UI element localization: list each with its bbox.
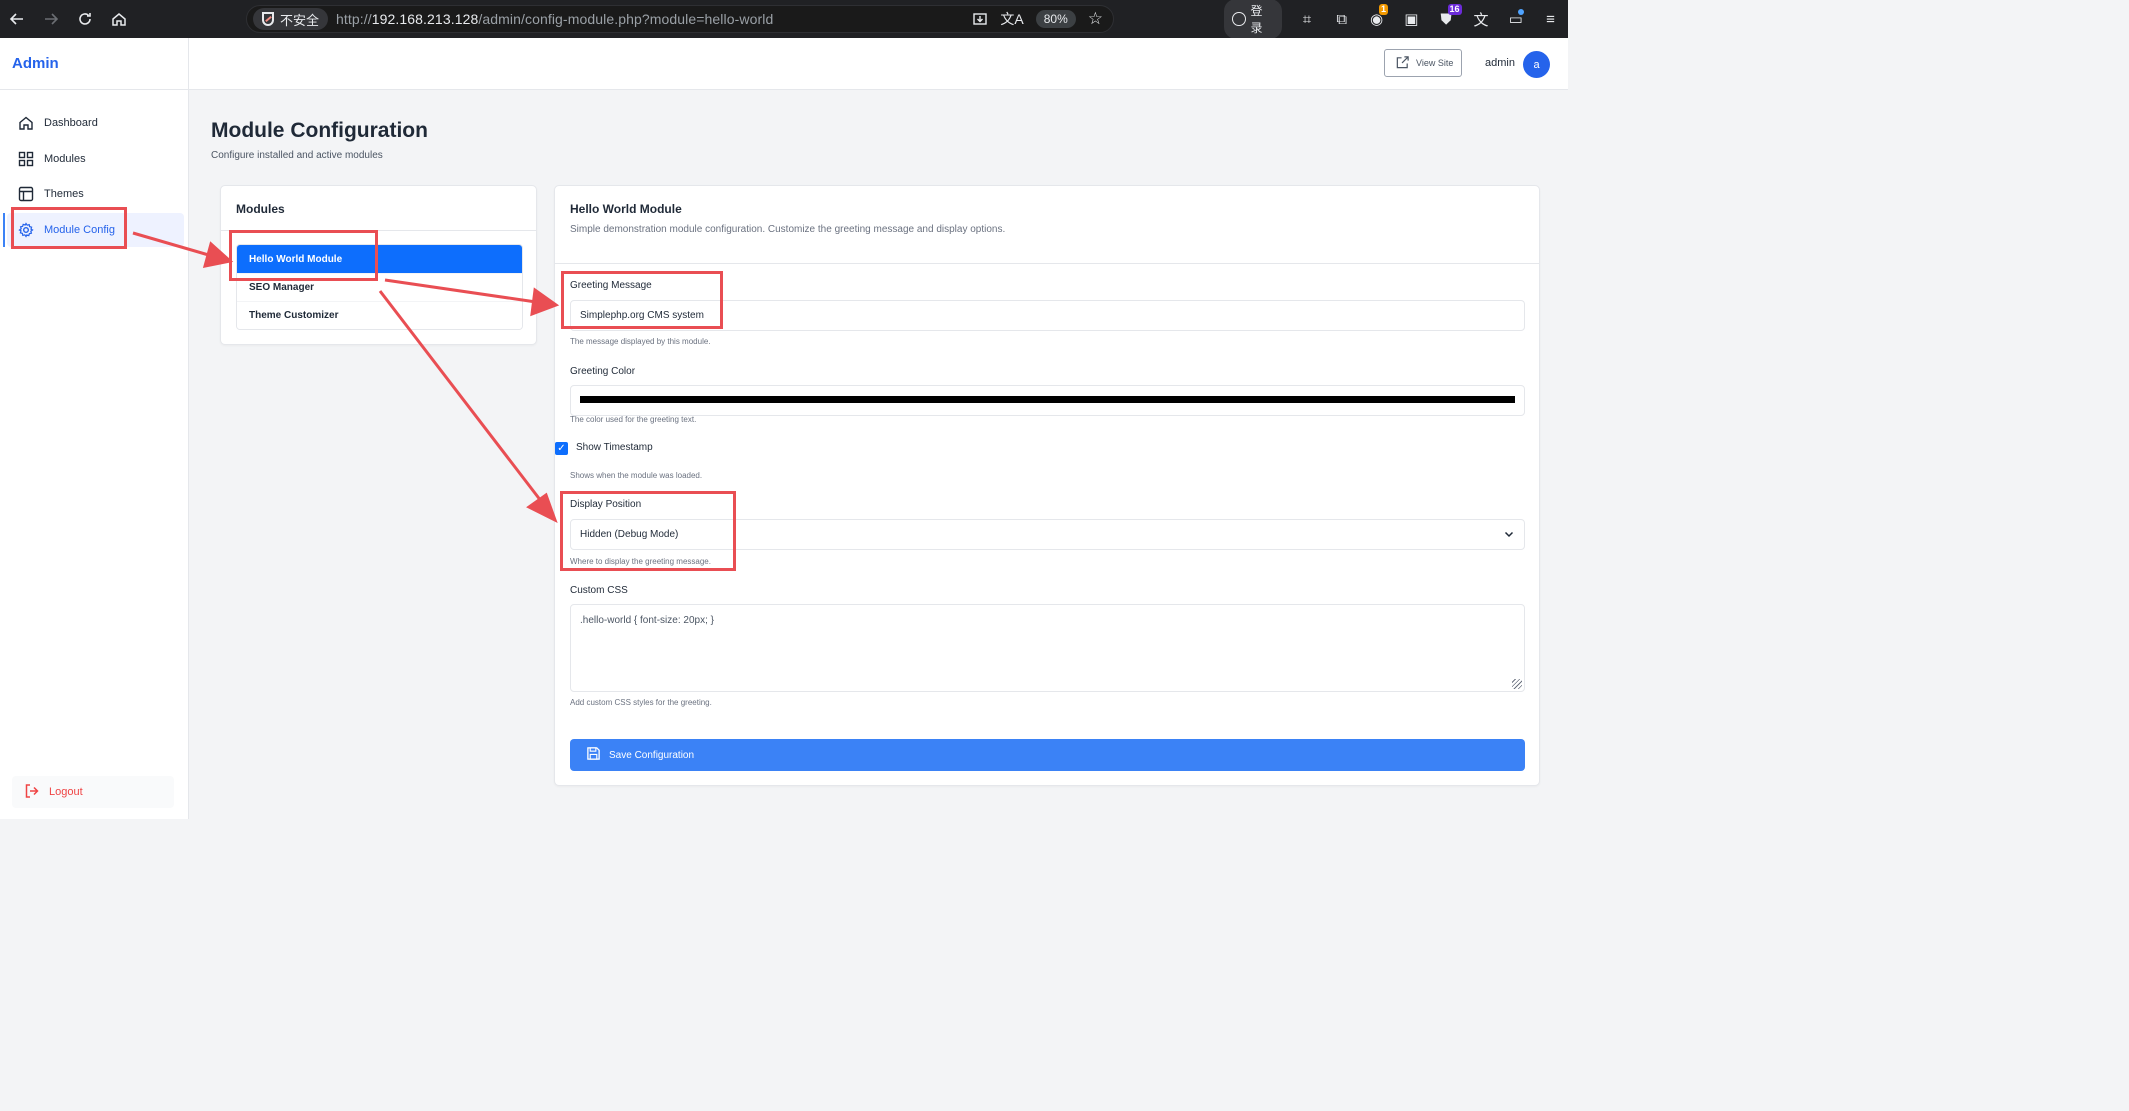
profile-icon xyxy=(1232,12,1246,26)
sidebar-item-modules[interactable]: Modules xyxy=(7,142,184,176)
top-header: View Site admin a xyxy=(189,38,1568,90)
layout-icon xyxy=(18,186,34,202)
security-chip[interactable]: 不安全 xyxy=(253,8,329,30)
install-app-icon[interactable] xyxy=(972,11,988,27)
reload-button[interactable] xyxy=(68,0,102,38)
chevron-down-icon xyxy=(1504,528,1514,542)
sidebar-item-label: Dashboard xyxy=(44,117,98,129)
sidebar-item-label: Modules xyxy=(44,152,86,165)
custom-css-textarea[interactable]: .hello-world { font-size: 20px; } xyxy=(570,604,1525,692)
sidebar-item-themes[interactable]: Themes xyxy=(7,177,184,211)
annotation-box-module-config xyxy=(11,207,127,249)
shield-extension-icon[interactable]: ⛊ 16 xyxy=(1429,0,1464,38)
back-arrow-icon xyxy=(9,13,23,25)
home-button[interactable] xyxy=(102,0,136,38)
sidebar-panel-icon[interactable]: ▭ xyxy=(1498,0,1533,38)
resize-handle[interactable] xyxy=(1512,679,1522,689)
view-site-button[interactable]: View Site xyxy=(1384,49,1462,77)
translate-extension-icon[interactable]: 文 xyxy=(1464,0,1499,38)
home-icon xyxy=(18,115,34,131)
puzzle-extension-icon[interactable]: ⧉ xyxy=(1324,0,1359,38)
view-site-label: View Site xyxy=(1416,58,1454,68)
forward-arrow-icon xyxy=(45,13,59,25)
page-subtitle: Configure installed and active modules xyxy=(211,150,383,161)
translate-icon[interactable]: 文A xyxy=(1000,9,1023,29)
color-swatch xyxy=(580,396,1515,403)
star-bookmark-icon[interactable]: ☆ xyxy=(1088,9,1103,29)
save-label: Save Configuration xyxy=(609,749,695,761)
profile-login-button[interactable]: 登录 xyxy=(1224,0,1282,39)
config-description: Simple demonstration module configuratio… xyxy=(570,224,1006,235)
config-title: Hello World Module xyxy=(570,202,682,216)
logout-icon xyxy=(24,783,40,802)
extension-badge: 1 xyxy=(1378,4,1388,15)
brand-logo[interactable]: Admin xyxy=(0,38,188,90)
url-prefix: http:// xyxy=(336,11,372,27)
show-timestamp-checkbox[interactable]: ✓ xyxy=(555,442,568,455)
save-icon xyxy=(586,746,601,764)
modules-panel-title: Modules xyxy=(236,202,285,216)
security-label: 不安全 xyxy=(280,12,320,28)
grid-icon xyxy=(18,151,34,167)
module-item-theme-customizer[interactable]: Theme Customizer xyxy=(237,301,522,329)
crop-extension-icon[interactable]: ⌗ xyxy=(1290,0,1325,38)
greeting-message-help: The message displayed by this module. xyxy=(570,337,711,346)
sidebar-item-label: Themes xyxy=(44,188,84,200)
extension-badge-purple: 16 xyxy=(1447,4,1462,15)
back-button[interactable] xyxy=(0,0,34,38)
annotation-box-hello-world xyxy=(229,230,378,281)
url-host: 192.168.213.128 xyxy=(371,11,479,27)
ublock-extension-icon[interactable]: ◉ 1 xyxy=(1359,0,1394,38)
login-label: 登录 xyxy=(1250,4,1263,35)
show-timestamp-label[interactable]: Show Timestamp xyxy=(576,442,653,453)
page-title: Module Configuration xyxy=(211,119,428,142)
reload-icon xyxy=(79,13,91,25)
shield-warning-icon xyxy=(262,12,274,26)
admin-username[interactable]: admin xyxy=(1485,57,1515,69)
save-configuration-button[interactable]: Save Configuration xyxy=(570,739,1525,771)
url-path: /admin/config-module.php?module=hello-wo… xyxy=(478,11,774,27)
forward-button[interactable] xyxy=(34,0,68,38)
notification-dot xyxy=(1518,9,1525,15)
sidebar-item-dashboard[interactable]: Dashboard xyxy=(7,106,184,140)
face-extension-icon[interactable]: ▣ xyxy=(1394,0,1429,38)
browser-toolbar: 不安全 http://192.168.213.128/admin/config-… xyxy=(0,0,1568,39)
external-link-icon xyxy=(1395,55,1410,72)
logout-button[interactable]: Logout xyxy=(12,776,174,808)
divider xyxy=(555,263,1539,264)
annotation-box-greeting-message xyxy=(561,271,723,329)
avatar[interactable]: a xyxy=(1523,51,1550,78)
custom-css-help: Add custom CSS styles for the greeting. xyxy=(570,698,712,707)
sidebar: Admin Dashboard Modules Themes Module Co… xyxy=(0,38,189,819)
address-bar[interactable]: 不安全 http://192.168.213.128/admin/config-… xyxy=(246,5,1114,33)
zoom-indicator[interactable]: 80% xyxy=(1035,10,1076,28)
greeting-color-input[interactable] xyxy=(570,385,1525,416)
custom-css-label: Custom CSS xyxy=(570,585,628,596)
menu-icon[interactable]: ≡ xyxy=(1533,0,1568,38)
annotation-box-display-position xyxy=(560,491,736,571)
annotation-arrow-3-head xyxy=(526,492,558,524)
home-icon xyxy=(112,13,126,26)
greeting-color-label: Greeting Color xyxy=(570,366,636,377)
logout-label: Logout xyxy=(49,786,83,798)
show-timestamp-help: Shows when the module was loaded. xyxy=(570,471,703,480)
url-text[interactable]: http://192.168.213.128/admin/config-modu… xyxy=(336,11,773,27)
greeting-color-help: The color used for the greeting text. xyxy=(570,415,697,424)
custom-css-value: .hello-world { font-size: 20px; } xyxy=(580,615,714,626)
